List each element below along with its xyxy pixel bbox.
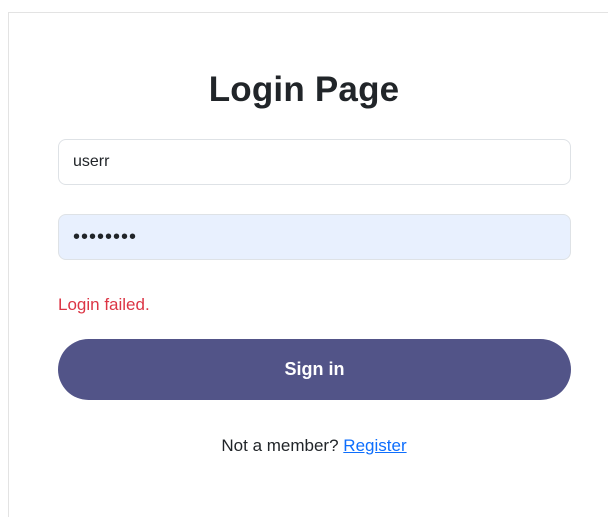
username-input[interactable] (58, 139, 571, 185)
register-prompt: Not a member? Register (0, 435, 608, 457)
register-link[interactable]: Register (343, 436, 406, 455)
register-prompt-text: Not a member? (221, 436, 339, 455)
page-title: Login Page (208, 70, 400, 109)
error-message: Login failed. (58, 295, 150, 314)
password-input[interactable] (58, 214, 571, 260)
sign-in-button[interactable]: Sign in (58, 339, 571, 400)
